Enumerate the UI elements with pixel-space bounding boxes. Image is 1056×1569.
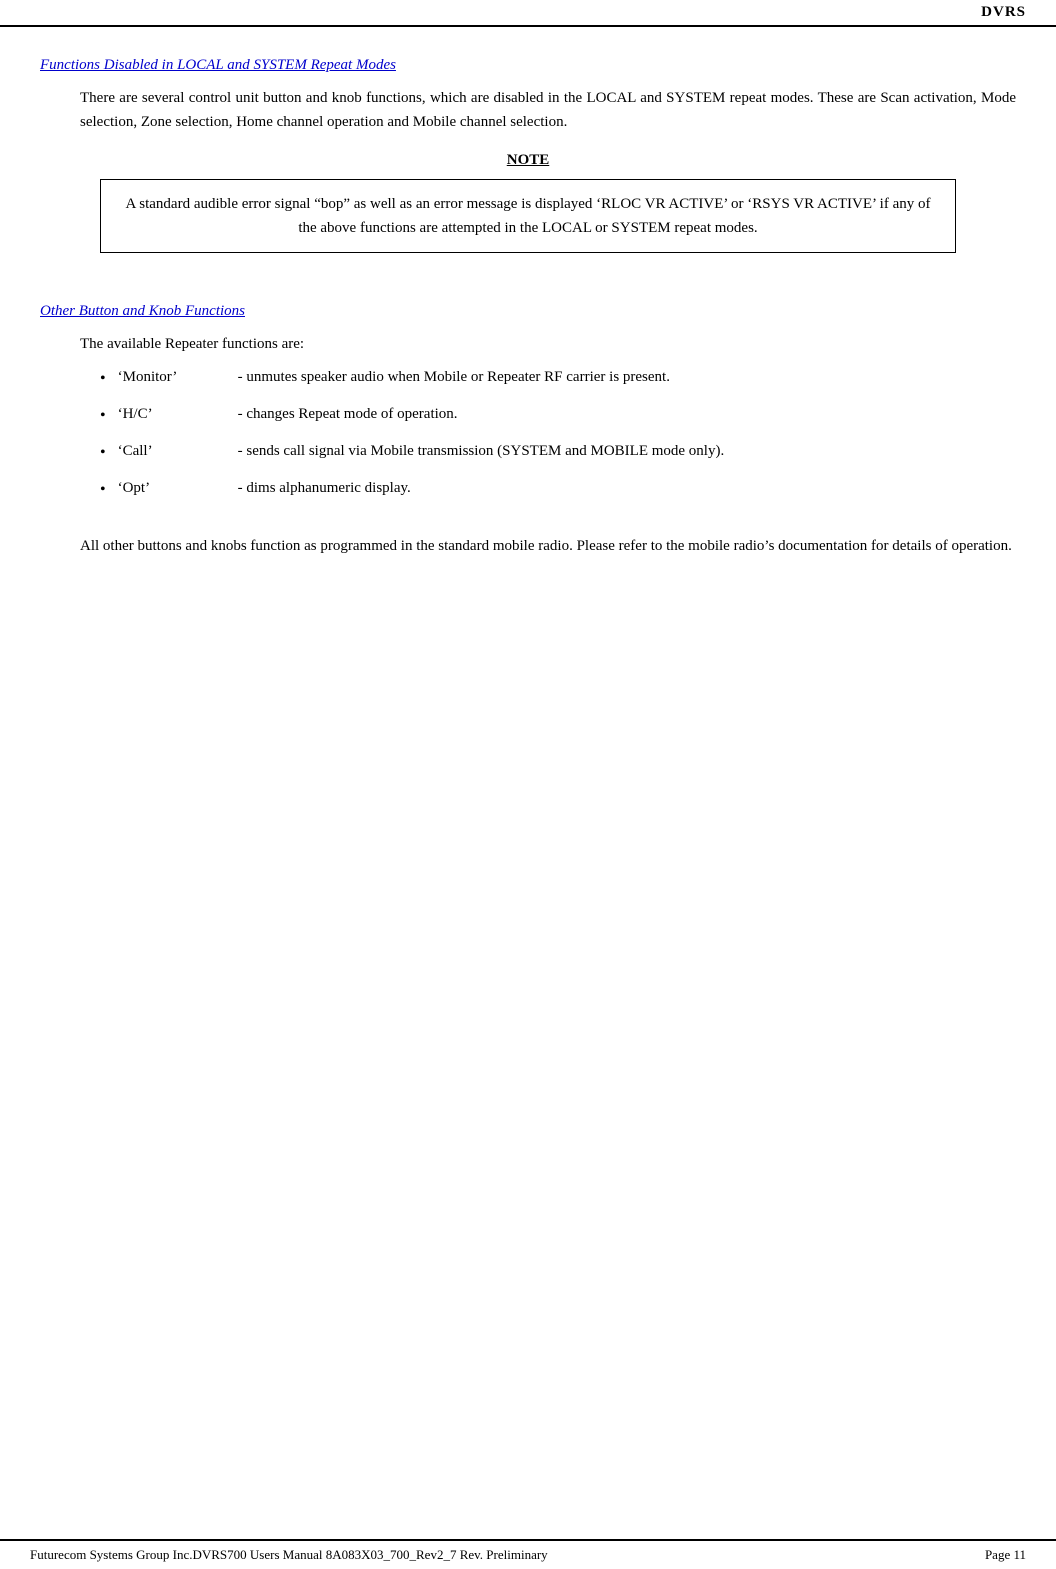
section1-paragraph: There are several control unit button an… [80,86,1016,134]
bullet-desc: - sends call signal via Mobile transmiss… [238,440,725,463]
bullet-term: ‘Call’ [118,440,238,463]
note-box: A standard audible error signal “bop” as… [100,179,956,253]
section1-heading-text: Functions Disabled in LOCAL and SYSTEM R… [40,57,396,74]
header-bar: DVRS [0,0,1056,27]
footer-bar: Futurecom Systems Group Inc.DVRS700 User… [0,1539,1056,1569]
bullet-dot: • [100,404,106,428]
footer-left: Futurecom Systems Group Inc.DVRS700 User… [30,1547,548,1563]
page-container: DVRS Functions Disabled in LOCAL and SYS… [0,0,1056,1569]
bullet-dot: • [100,441,106,465]
spacer2 [40,514,1016,534]
section2-intro: The available Repeater functions are: [80,332,1016,356]
bullet-desc: - dims alphanumeric display. [238,477,411,500]
bullet-desc: - changes Repeat mode of operation. [238,403,458,426]
footer-right: Page 11 [985,1547,1026,1563]
section2-closing: All other buttons and knobs function as … [80,534,1016,558]
section2-heading-text: Other Button and Knob Functions [40,303,245,320]
bullet-desc: - unmutes speaker audio when Mobile or R… [238,366,670,389]
list-item: • ‘Call’ - sends call signal via Mobile … [100,440,1016,465]
list-item: • ‘Monitor’ - unmutes speaker audio when… [100,366,1016,391]
content-area: Functions Disabled in LOCAL and SYSTEM R… [0,27,1056,1569]
spacer1 [40,273,1016,293]
list-item: • ‘Opt’ - dims alphanumeric display. [100,477,1016,502]
bullet-term: ‘Opt’ [118,477,238,500]
section1-heading-link[interactable]: Functions Disabled in LOCAL and SYSTEM R… [40,47,1016,86]
bullet-dot: • [100,367,106,391]
bullet-term: ‘H/C’ [118,403,238,426]
note-text: A standard audible error signal “bop” as… [126,196,931,236]
bullet-dot: • [100,478,106,502]
section2-heading-link[interactable]: Other Button and Knob Functions [40,293,1016,332]
header-title: DVRS [981,4,1026,21]
bullet-list: • ‘Monitor’ - unmutes speaker audio when… [100,366,1016,502]
note-label: NOTE [40,152,1016,169]
list-item: • ‘H/C’ - changes Repeat mode of operati… [100,403,1016,428]
bullet-term: ‘Monitor’ [118,366,238,389]
